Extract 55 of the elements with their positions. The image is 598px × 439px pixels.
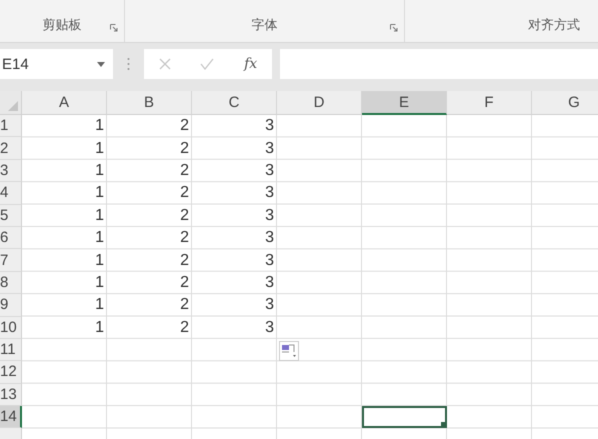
- table-cell-text: 1: [94, 160, 105, 181]
- table-cell-text: 1: [94, 272, 105, 293]
- table-cell-text: 1: [94, 228, 105, 248]
- table-cell-text: 3: [264, 138, 275, 159]
- column-header[interactable]: B: [107, 91, 192, 115]
- table-cell-text: 3: [264, 183, 275, 204]
- table-cell-text: 3: [264, 272, 275, 293]
- table-cell-text: 2: [179, 138, 190, 159]
- table-cell-text: 2: [179, 228, 190, 248]
- table-cell-text: 1: [94, 295, 105, 316]
- table-cell-text: 1: [94, 138, 105, 159]
- ribbon-group-label: 剪贴板: [42, 16, 82, 34]
- table-cell-text: 3: [264, 206, 275, 226]
- column-header[interactable]: D: [277, 91, 362, 115]
- table-cell-text: 1: [94, 183, 105, 204]
- ribbon-group-label: 对齐方式: [528, 16, 580, 34]
- column-header[interactable]: C: [192, 91, 277, 115]
- ribbon-group-label: 字体: [251, 16, 278, 34]
- row-header[interactable]: 13: [0, 384, 22, 406]
- row-header[interactable]: 8: [0, 272, 22, 294]
- table-cell-text: 1: [94, 250, 105, 271]
- column-header[interactable]: F: [447, 91, 532, 115]
- dropdown-icon[interactable]: [97, 62, 105, 66]
- row-header[interactable]: 5: [0, 204, 22, 227]
- table-cell-text: 3: [264, 228, 275, 248]
- table-cell-text: 3: [264, 116, 275, 136]
- check-icon[interactable]: [200, 58, 214, 70]
- table-cell-text: 1: [94, 318, 105, 338]
- table-cell-text: 3: [264, 318, 275, 338]
- table-cell-text: 2: [179, 318, 190, 338]
- table-cell-text: 2: [179, 160, 190, 181]
- dialog-launcher-icon[interactable]: [390, 24, 398, 32]
- table-cell-text: 2: [179, 116, 190, 136]
- table-cell-text: 2: [179, 183, 190, 204]
- table-cell-text: 2: [179, 272, 190, 293]
- table-cell-text: 2: [179, 250, 190, 271]
- column-header[interactable]: E: [362, 91, 447, 115]
- table-cell-text: 3: [264, 295, 275, 316]
- name-box[interactable]: E14: [0, 49, 113, 79]
- table-cell-text: 1: [94, 206, 105, 226]
- table-cell-text: 3: [264, 160, 275, 181]
- row-header[interactable]: 10: [0, 316, 22, 339]
- table-cell-text: 3: [264, 250, 275, 271]
- grip-icon: [127, 57, 130, 71]
- table-cell-text: 1: [94, 116, 105, 136]
- row-header[interactable]: 14: [0, 406, 22, 428]
- table-cell-text: 2: [179, 206, 190, 226]
- paste-options-icon[interactable]: [279, 341, 299, 361]
- insert-function-button[interactable]: fx: [244, 56, 258, 72]
- active-cell[interactable]: [362, 406, 447, 428]
- dialog-launcher-icon[interactable]: [110, 24, 118, 32]
- formula-input[interactable]: [280, 49, 598, 79]
- column-header[interactable]: A: [22, 91, 107, 115]
- column-header[interactable]: G: [532, 91, 598, 115]
- table-cell-text: 2: [179, 295, 190, 316]
